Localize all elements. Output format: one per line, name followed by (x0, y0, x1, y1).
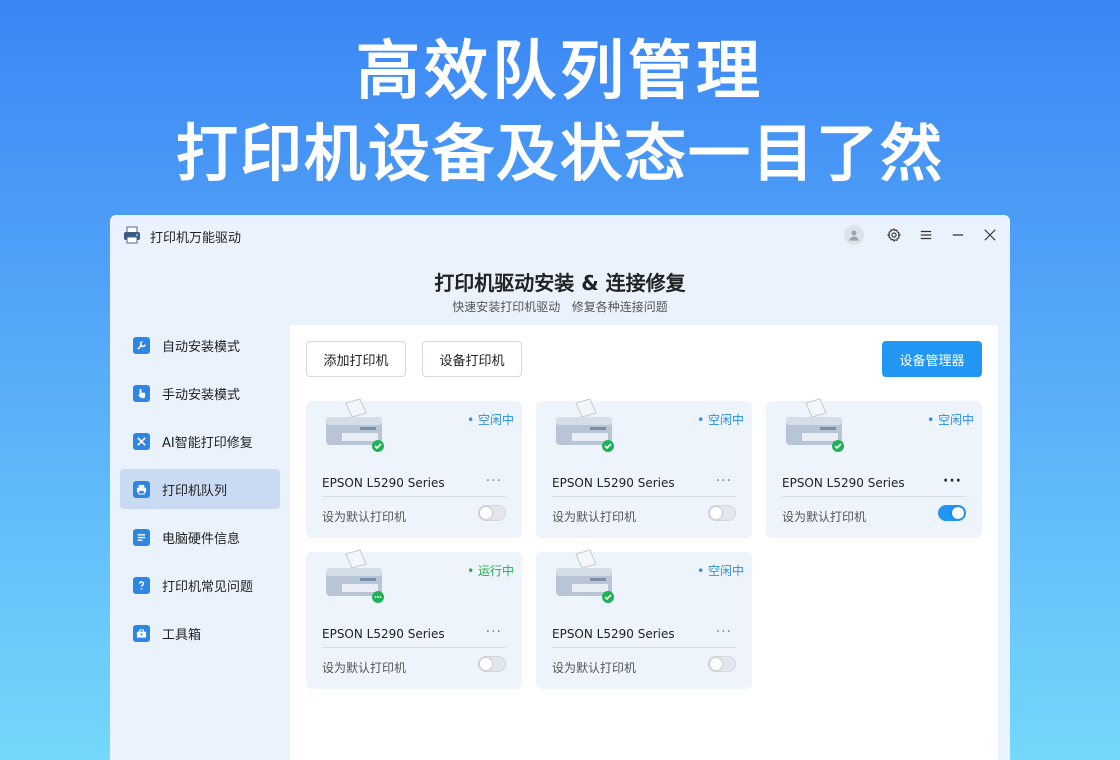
printer-illustration-icon (326, 549, 384, 603)
printer-card[interactable]: • 空闲中 EPSON L5290 Series ··· 设为默认打印机 (306, 398, 522, 538)
sidebar-item-manual-install[interactable]: 手动安装模式 (120, 373, 280, 413)
divider (552, 647, 736, 648)
more-options-button[interactable]: ··· (943, 473, 962, 489)
sidebar-item-label: AI智能打印修复 (162, 435, 253, 451)
close-icon (984, 229, 996, 241)
printer-card[interactable]: • 空闲中 EPSON L5290 Series ··· 设为默认打印机 (536, 549, 752, 689)
status-badge: • 空闲中 (697, 564, 744, 578)
title-bar: 打印机万能驱动 (110, 215, 1010, 255)
status-badge: • 空闲中 (927, 413, 974, 427)
add-printer-button[interactable]: 添加打印机 (306, 341, 406, 377)
more-options-button[interactable]: ··· (486, 473, 502, 489)
more-options-button[interactable]: ··· (486, 624, 502, 640)
gear-icon (886, 228, 902, 242)
divider (782, 496, 966, 497)
sidebar-item-label: 自动安装模式 (162, 339, 241, 355)
default-printer-toggle[interactable] (938, 505, 966, 521)
printer-illustration-icon (556, 549, 614, 603)
sidebar-item-label: 打印机队列 (162, 483, 228, 499)
printer-name: EPSON L5290 Series (322, 476, 445, 490)
app-window: 打印机万能驱动 打印机驱动安装 & 连接修复 快速安装打印机驱动 修复各种连接问… (110, 215, 1010, 760)
tools-icon (133, 432, 150, 450)
minimize-icon (952, 234, 964, 236)
printer-card[interactable]: • 运行中 EPSON L5290 Series ··· 设为默认打印机 (306, 549, 522, 689)
sidebar-item-label: 电脑硬件信息 (162, 531, 241, 547)
printer-illustration-icon (556, 398, 614, 452)
default-printer-toggle[interactable] (708, 656, 736, 672)
divider (552, 496, 736, 497)
default-printer-toggle[interactable] (478, 505, 506, 521)
printer-illustration-icon (786, 398, 844, 452)
close-button[interactable] (978, 223, 1002, 247)
sidebar-item-label: 工具箱 (162, 627, 202, 643)
default-printer-label: 设为默认打印机 (552, 510, 637, 524)
hand-pointer-icon (133, 384, 150, 402)
more-options-button[interactable]: ··· (716, 473, 732, 489)
hamburger-menu-icon (920, 230, 932, 240)
default-printer-label: 设为默认打印机 (782, 510, 867, 524)
status-badge: • 空闲中 (467, 413, 514, 427)
app-logo-icon (122, 225, 142, 245)
sidebar-item-auto-install[interactable]: 自动安装模式 (120, 325, 280, 365)
printer-name: EPSON L5290 Series (552, 476, 675, 490)
toggle-knob (952, 507, 964, 519)
divider (322, 647, 506, 648)
hero-banner: 高效队列管理 打印机设备及状态一目了然 (0, 30, 1120, 194)
device-manager-button[interactable]: 设备管理器 (882, 341, 982, 377)
sidebar-item-hardware-info[interactable]: 电脑硬件信息 (120, 517, 280, 557)
sidebar: 自动安装模式 手动安装模式 AI智能打印修复 打印机队列 电脑硬件信息 打印机常… (120, 325, 280, 661)
main-panel: 添加打印机 设备打印机 设备管理器 • 空闲中 EPSON L5290 Seri… (290, 325, 998, 760)
hero-title: 高效队列管理 (356, 35, 764, 109)
default-printer-label: 设为默认打印机 (552, 661, 637, 675)
wrench-icon (133, 336, 150, 354)
printer-card[interactable]: • 空闲中 EPSON L5290 Series ··· 设为默认打印机 (766, 398, 982, 538)
user-avatar-button[interactable] (842, 223, 866, 247)
minimize-button[interactable] (946, 223, 970, 247)
toggle-knob (710, 658, 722, 670)
toolbox-icon (133, 624, 150, 642)
printer-name: EPSON L5290 Series (552, 627, 675, 641)
toggle-knob (480, 507, 492, 519)
default-printer-label: 设为默认打印机 (322, 661, 407, 675)
menu-button[interactable] (914, 223, 938, 247)
settings-button[interactable] (882, 223, 906, 247)
hero-subtitle: 打印机设备及状态一目了然 (175, 117, 944, 190)
printer-card[interactable]: • 空闲中 EPSON L5290 Series ··· 设为默认打印机 (536, 398, 752, 538)
sidebar-item-printer-queue[interactable]: 打印机队列 (120, 469, 280, 509)
status-badge: • 空闲中 (697, 413, 744, 427)
list-icon (133, 528, 150, 546)
printer-icon (133, 480, 150, 498)
printer-name: EPSON L5290 Series (322, 627, 445, 641)
sidebar-item-label: 手动安装模式 (162, 387, 241, 403)
app-title: 打印机万能驱动 (150, 231, 242, 246)
default-printer-label: 设为默认打印机 (322, 510, 407, 524)
status-badge: • 运行中 (467, 564, 514, 578)
toggle-knob (710, 507, 722, 519)
toggle-knob (480, 658, 492, 670)
divider (322, 496, 506, 497)
sidebar-item-label: 打印机常见问题 (162, 579, 254, 595)
sidebar-item-faq[interactable]: 打印机常见问题 (120, 565, 280, 605)
question-icon (133, 576, 150, 594)
page-title: 打印机驱动安装 & 连接修复 (434, 271, 686, 295)
more-options-button[interactable]: ··· (716, 624, 732, 640)
device-printer-button[interactable]: 设备打印机 (422, 341, 522, 377)
page-subtitle: 快速安装打印机驱动 修复各种连接问题 (452, 300, 668, 314)
user-icon (844, 225, 864, 245)
printer-name: EPSON L5290 Series (782, 476, 905, 490)
sidebar-item-toolbox[interactable]: 工具箱 (120, 613, 280, 653)
default-printer-toggle[interactable] (478, 656, 506, 672)
sidebar-item-ai-repair[interactable]: AI智能打印修复 (120, 421, 280, 461)
default-printer-toggle[interactable] (708, 505, 736, 521)
printer-illustration-icon (326, 398, 384, 452)
